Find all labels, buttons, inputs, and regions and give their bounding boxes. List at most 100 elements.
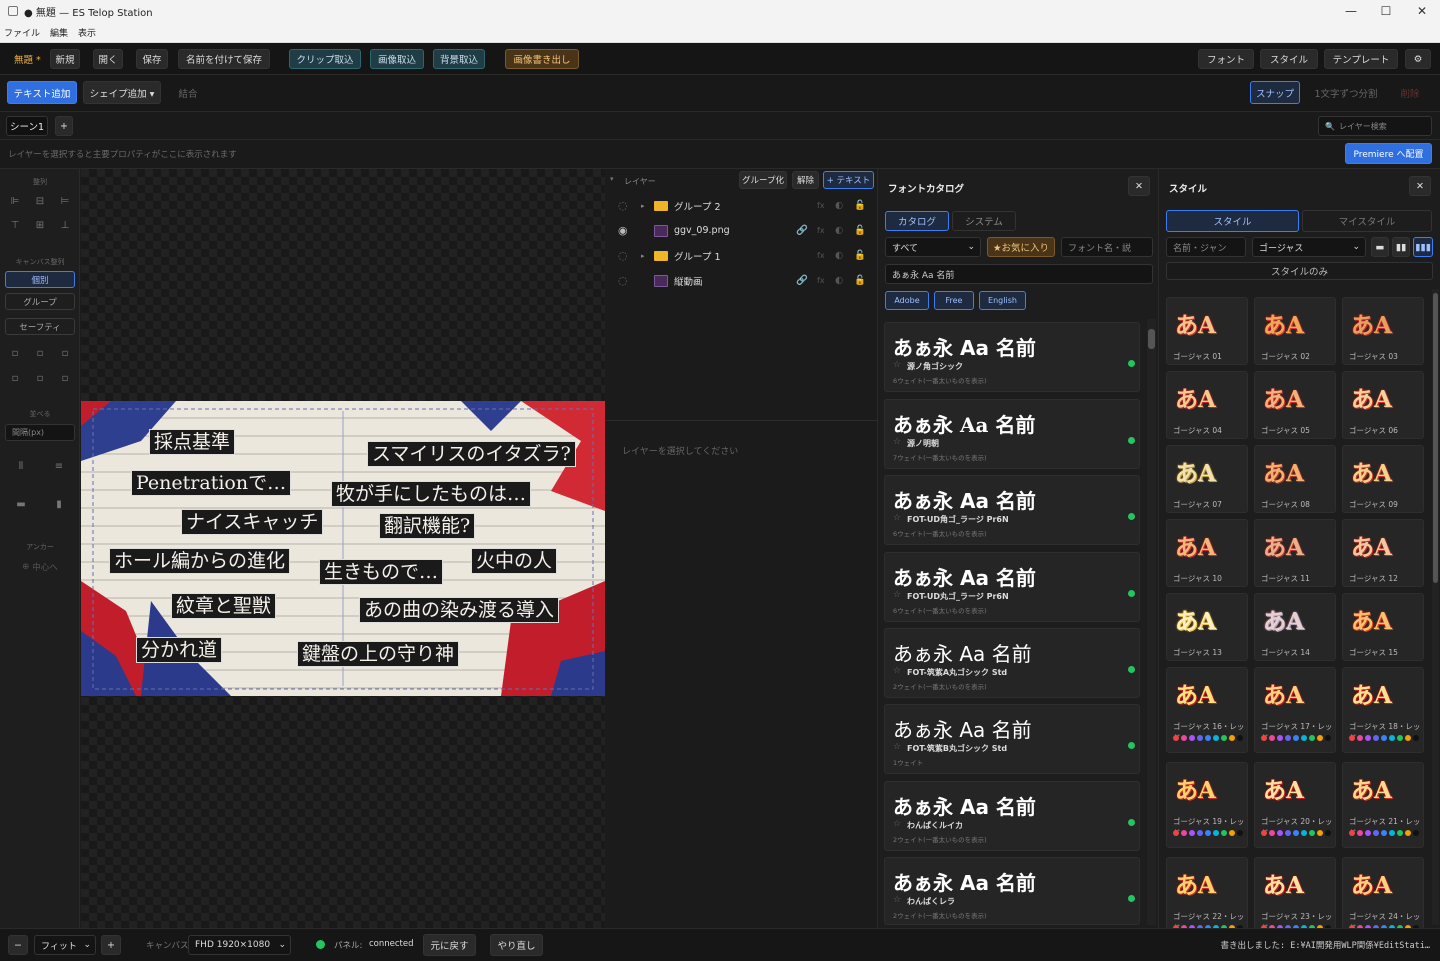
blend-icon[interactable]: ◐ (835, 275, 843, 286)
style-tile[interactable]: あA ゴージャス 09 (1342, 445, 1424, 513)
color-swatch-icon[interactable] (1349, 830, 1355, 836)
canvas-align-left-icon[interactable]: ▫ (8, 347, 22, 359)
add-shape-dropdown[interactable]: シェイプ追加 ▾ (83, 81, 161, 104)
favorites-button[interactable]: ★お気に入り (987, 237, 1055, 257)
redo-button[interactable]: やり直し (490, 934, 543, 956)
individual-toggle[interactable]: 個別 (5, 271, 75, 288)
star-icon[interactable]: ☆ (893, 590, 901, 600)
star-icon[interactable]: ☆ (893, 513, 901, 523)
fx-icon[interactable]: fx (817, 201, 825, 210)
layer-name[interactable]: グループ 2 (674, 199, 721, 213)
layer-row[interactable]: ◌ 縦動画 🔗 fx ◐ 🔓 (606, 268, 878, 293)
anchor-center-button[interactable]: ⊕ 中心へ (5, 558, 75, 575)
telop-text[interactable]: 鍵盤の上の守り神 (297, 641, 460, 667)
safety-toggle[interactable]: セーフティ (5, 318, 75, 335)
add-text-button[interactable]: テキスト追加 (7, 81, 77, 104)
color-swatch-icon[interactable] (1205, 830, 1211, 836)
telop-text[interactable]: 牧が手にしたものは… (331, 481, 532, 507)
telop-text[interactable]: 翻訳機能? (379, 513, 476, 539)
align-left-icon[interactable]: ⊫ (8, 195, 22, 207)
color-swatch-icon[interactable] (1397, 830, 1403, 836)
lock-icon[interactable]: 🔓 (854, 250, 866, 261)
telop-text[interactable]: ナイスキャッチ (181, 509, 324, 535)
color-swatch-icon[interactable] (1229, 830, 1235, 836)
layer-name[interactable]: ggv_09.png (674, 225, 730, 236)
star-icon[interactable]: ☆ (893, 360, 901, 370)
color-swatch-icon[interactable] (1317, 830, 1323, 836)
snap-toggle[interactable]: スナップ (1250, 81, 1300, 104)
layer-search-input[interactable]: 🔍 レイヤー検索 (1318, 116, 1432, 136)
style-tile[interactable]: あA ゴージャス 11 (1254, 519, 1336, 587)
font-card[interactable]: あぁ永 Aa 名前 ☆ FOT-UD角ゴ_ラージ Pr6N 6ウェイト(一番太いものを… (884, 475, 1140, 545)
canvas-align-bottom-icon[interactable]: ▫ (58, 372, 72, 384)
tag-free[interactable]: Free (934, 291, 974, 310)
style-tile[interactable]: あAゴージャス 20・レッド (1254, 762, 1336, 848)
style-tile[interactable]: あA ゴージャス 08 (1254, 445, 1336, 513)
tab-system[interactable]: システム (952, 211, 1016, 231)
color-swatch-icon[interactable] (1197, 830, 1203, 836)
visible-eye-icon[interactable]: ◉ (618, 224, 628, 237)
color-swatch-icon[interactable] (1221, 735, 1227, 741)
color-swatch-icon[interactable] (1213, 830, 1219, 836)
fx-icon[interactable]: fx (817, 226, 825, 235)
style-tile[interactable]: あA ゴージャス 06 (1342, 371, 1424, 439)
style-tile[interactable]: あA ゴージャス 13 (1166, 593, 1248, 661)
collapse-icon[interactable]: ▾ (610, 175, 614, 183)
color-swatch-icon[interactable] (1285, 830, 1291, 836)
open-button[interactable]: 開く (93, 49, 123, 69)
close-icon[interactable]: ✕ (1128, 176, 1150, 196)
zoom-select[interactable]: フィット ⌄ (34, 935, 96, 955)
canvas-area[interactable]: 採点基準 スマイリスのイタズラ? Penetrationで… 牧が手にしたものは… (81, 169, 605, 928)
save-button[interactable]: 保存 (136, 49, 168, 69)
style-tile[interactable]: あA ゴージャス 03 (1342, 297, 1424, 365)
minimize-button[interactable]: — (1333, 0, 1369, 22)
color-swatch-icon[interactable] (1293, 735, 1299, 741)
telop-text[interactable]: スマイリスのイタズラ? (367, 441, 576, 467)
artboard[interactable]: 採点基準 スマイリスのイタズラ? Penetrationで… 牧が手にしたものは… (81, 401, 605, 696)
image-import-button[interactable]: 画像取込 (370, 49, 424, 69)
color-swatch-icon[interactable] (1261, 735, 1267, 741)
align-center-h-icon[interactable]: ⊟ (33, 195, 47, 207)
font-card[interactable]: あぁ永 Aa 名前 ☆ 源ノ角ゴシック 6ウェイト(一番太いものを表示) (884, 322, 1140, 392)
color-swatch-icon[interactable] (1381, 830, 1387, 836)
color-swatch-icon[interactable] (1189, 735, 1195, 741)
color-swatch-icon[interactable] (1181, 735, 1187, 741)
stack-h-icon[interactable]: ▬ (14, 498, 28, 510)
color-swatch-icon[interactable] (1277, 830, 1283, 836)
align-top-icon[interactable]: ⊤ (8, 219, 22, 231)
style-tile[interactable]: あA ゴージャス 15 (1342, 593, 1424, 661)
canvas-align-middle-icon[interactable]: ▫ (33, 372, 47, 384)
color-swatch-icon[interactable] (1405, 830, 1411, 836)
color-swatch-icon[interactable] (1197, 735, 1203, 741)
color-swatch-icon[interactable] (1237, 735, 1243, 741)
clip-import-button[interactable]: クリップ取込 (289, 49, 361, 69)
two-column-view-icon[interactable]: ▮▮ (1392, 237, 1410, 257)
genre-select[interactable]: ゴージャス ⌄ (1252, 237, 1366, 257)
expand-arrow-icon[interactable]: ▸ (641, 252, 645, 260)
scrollbar-thumb[interactable] (1148, 329, 1155, 349)
link-icon[interactable]: 🔗 (796, 225, 808, 236)
layer-name[interactable]: グループ 1 (674, 249, 721, 263)
color-swatch-icon[interactable] (1349, 735, 1355, 741)
telop-text[interactable]: 紋章と聖獣 (171, 593, 277, 619)
color-swatch-icon[interactable] (1301, 735, 1307, 741)
menu-edit[interactable]: 編集 (50, 26, 68, 39)
tab-my-style[interactable]: マイスタイル (1302, 210, 1432, 232)
style-tile[interactable]: あAゴージャス 17・レッド (1254, 667, 1336, 753)
font-button[interactable]: フォント (1198, 49, 1254, 69)
telop-text[interactable]: ホール編からの進化 (109, 548, 291, 574)
bg-import-button[interactable]: 背景取込 (433, 49, 485, 69)
canvas-size-select[interactable]: FHD 1920×1080 ⌄ (188, 935, 291, 955)
close-window-button[interactable]: ✕ (1404, 0, 1440, 22)
style-tile[interactable]: あAゴージャス 19・レッド (1166, 762, 1248, 848)
panel-divider[interactable] (606, 420, 878, 421)
font-card[interactable]: あぁ永 Aa 名前 ☆ FOT-筑紫B丸ゴシック Std 1ウェイト (884, 704, 1140, 774)
canvas-align-right-icon[interactable]: ▫ (58, 347, 72, 359)
hidden-eye-icon[interactable]: ◌ (618, 274, 628, 287)
menu-file[interactable]: ファイル (4, 26, 40, 39)
color-swatch-icon[interactable] (1373, 735, 1379, 741)
color-swatch-icon[interactable] (1413, 735, 1419, 741)
color-swatch-icon[interactable] (1221, 830, 1227, 836)
color-swatch-icon[interactable] (1405, 735, 1411, 741)
color-swatch-icon[interactable] (1357, 735, 1363, 741)
